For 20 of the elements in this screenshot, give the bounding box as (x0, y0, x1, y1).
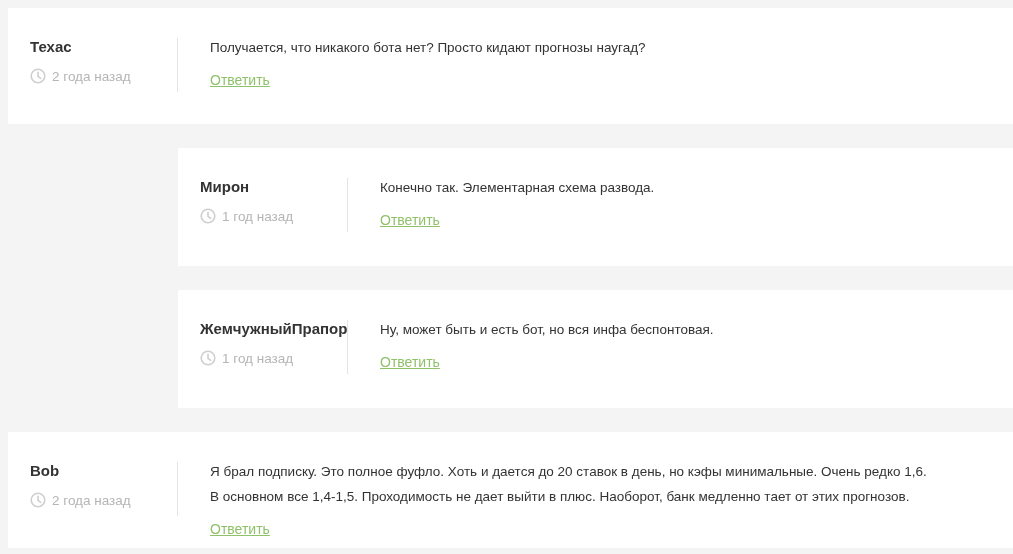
author-name: Bob (30, 462, 61, 480)
reply-link[interactable]: Ответить (210, 72, 270, 88)
comment-time: 1 год назад (222, 350, 294, 366)
comment-text: Получается, что никакого бота нет? Просто кидают прогнозы наугад? (210, 39, 646, 57)
comment-text: Конечно так. Элементарная схема развода. (380, 179, 655, 197)
comment-time: 1 год назад (222, 208, 294, 224)
comment-time: 2 года назад (52, 68, 131, 84)
author-name: ЖемчужныйПрапор (200, 320, 347, 338)
reply-link[interactable]: Ответить (380, 354, 440, 370)
clock-icon (200, 208, 216, 224)
comment-text: Ну, может быть и есть бот, но вся инфа беспонтовая. (380, 321, 714, 339)
author-name: Техас (30, 38, 73, 56)
clock-icon (30, 68, 46, 84)
reply-link[interactable]: Ответить (210, 521, 270, 537)
comment-text: Я брал подписку. Это полное фуфло. Хоть и дается до 20 ставок в день, но кэфы минимальные. Очень редко 1,6. В основном все 1,4-1,5. Проходимость не дает выйти в плюс. Наоборот, банк медленно тает от этих прогнозов. (210, 463, 927, 506)
reply-link[interactable]: Ответить (380, 212, 440, 228)
comment-time: 2 года назад (52, 492, 131, 508)
clock-icon (200, 350, 216, 366)
clock-icon (30, 492, 46, 508)
author-name: Мирон (200, 178, 251, 196)
